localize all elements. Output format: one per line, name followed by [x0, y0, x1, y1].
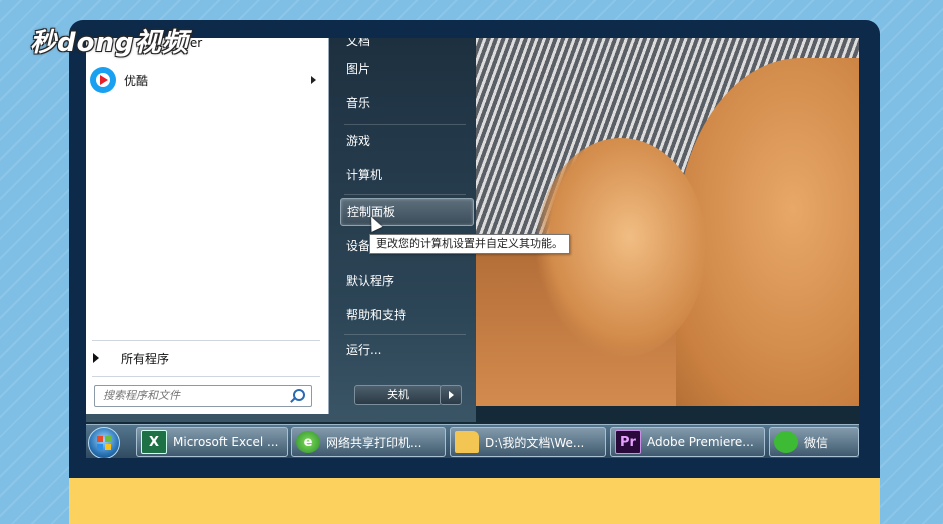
- taskbar-button-ie[interactable]: e 网络共享打印机...: [291, 427, 446, 457]
- start-item-documents[interactable]: 文档: [340, 38, 472, 54]
- shutdown-button[interactable]: 关机: [354, 385, 442, 405]
- start-item-help-support[interactable]: 帮助和支持: [340, 302, 472, 328]
- submenu-arrow-icon: [311, 76, 316, 84]
- search-icon[interactable]: [293, 389, 305, 401]
- program-label: 优酷: [124, 73, 149, 88]
- monitor-stand: [69, 478, 880, 524]
- start-menu-places-pane: 文档 图片 音乐 游戏 计算机 控制面板 设备和打印机 默认程序 帮助和支持 运…: [336, 38, 476, 422]
- excel-icon: X: [141, 430, 167, 454]
- start-item-computer[interactable]: 计算机: [340, 162, 472, 188]
- divider: [92, 376, 320, 377]
- monitor-frame: me Player 优酷 所有程序 文档: [69, 20, 880, 524]
- wechat-icon: [774, 431, 798, 453]
- start-menu-programs-pane: me Player 优酷 所有程序: [86, 38, 329, 414]
- shutdown-options-arrow-icon[interactable]: [440, 385, 462, 405]
- triangle-right-icon: [93, 353, 99, 363]
- search-box[interactable]: [94, 385, 312, 407]
- search-input[interactable]: [95, 386, 283, 404]
- taskbar-button-excel[interactable]: X Microsoft Excel ...: [136, 427, 288, 457]
- divider: [344, 124, 466, 125]
- start-item-default-programs[interactable]: 默认程序: [340, 268, 472, 294]
- control-panel-tooltip: 更改您的计算机设置并自定义其功能。: [369, 234, 570, 254]
- taskbar-button-folder[interactable]: D:\我的文档\We...: [450, 427, 606, 457]
- start-item-music[interactable]: 音乐: [340, 90, 472, 116]
- start-menu: me Player 优酷 所有程序 文档: [86, 38, 570, 422]
- taskbar-button-label: Adobe Premiere...: [647, 435, 754, 449]
- all-programs-label: 所有程序: [121, 351, 170, 366]
- taskbar-button-label: 网络共享打印机...: [326, 435, 422, 450]
- divider: [92, 340, 320, 341]
- youku-icon: [90, 67, 116, 93]
- taskbar-button-wechat[interactable]: 微信: [769, 427, 859, 457]
- taskbar-button-label: D:\我的文档\We...: [485, 435, 585, 450]
- start-item-games[interactable]: 游戏: [340, 128, 472, 154]
- taskbar-button-premiere[interactable]: Pr Adobe Premiere...: [610, 427, 765, 457]
- watermark-logo: 秒dong视频: [30, 28, 189, 58]
- start-item-run[interactable]: 运行...: [340, 337, 472, 363]
- start-button[interactable]: [88, 427, 120, 458]
- ie-icon: e: [296, 431, 320, 453]
- taskbar: X Microsoft Excel ... e 网络共享打印机... D:\我的…: [86, 424, 859, 458]
- folder-icon: [455, 431, 479, 453]
- taskbar-button-label: 微信: [804, 435, 829, 450]
- divider: [344, 194, 466, 195]
- desktop-wallpaper: [476, 38, 859, 406]
- divider: [344, 334, 466, 335]
- screen: me Player 优酷 所有程序 文档: [86, 38, 859, 458]
- start-item-pictures[interactable]: 图片: [340, 56, 472, 82]
- start-item-control-panel[interactable]: 控制面板: [340, 198, 474, 226]
- premiere-icon: Pr: [615, 430, 641, 454]
- all-programs-button[interactable]: 所有程序: [86, 346, 328, 370]
- taskbar-button-label: Microsoft Excel ...: [173, 435, 279, 449]
- program-item-youku[interactable]: 优酷: [86, 65, 328, 95]
